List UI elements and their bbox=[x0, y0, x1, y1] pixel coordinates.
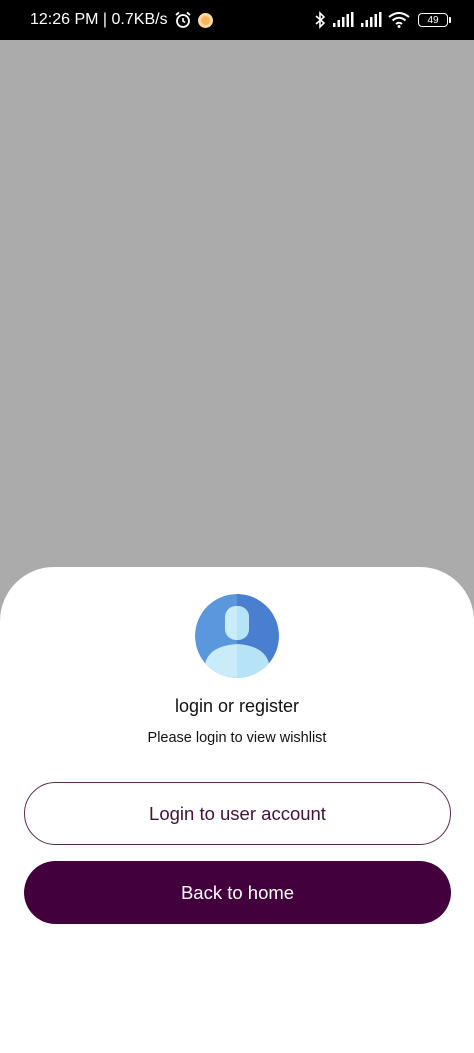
bluetooth-icon bbox=[314, 11, 326, 29]
signal-icon bbox=[360, 12, 382, 28]
battery-icon: 49 bbox=[418, 13, 451, 27]
battery-level: 49 bbox=[427, 14, 439, 26]
login-bottom-sheet: login or register Please login to view w… bbox=[0, 567, 474, 1053]
sheet-subtitle: Please login to view wishlist bbox=[147, 730, 327, 746]
login-button[interactable]: Login to user account bbox=[24, 782, 451, 845]
status-right: 49 bbox=[314, 11, 451, 29]
status-left: 12:26 PM | 0.7KB/s bbox=[30, 11, 213, 29]
sheet-title: login or register bbox=[174, 696, 300, 716]
user-avatar-icon bbox=[195, 594, 279, 678]
status-time-speed: 12:26 PM | 0.7KB/s bbox=[30, 11, 168, 28]
signal-icon bbox=[332, 12, 354, 28]
wifi-icon bbox=[388, 12, 410, 28]
alarm-icon bbox=[174, 11, 192, 29]
status-bar: 12:26 PM | 0.7KB/s 49 bbox=[0, 0, 474, 40]
back-to-home-button[interactable]: Back to home bbox=[24, 861, 451, 924]
notification-dot-icon bbox=[197, 12, 213, 28]
